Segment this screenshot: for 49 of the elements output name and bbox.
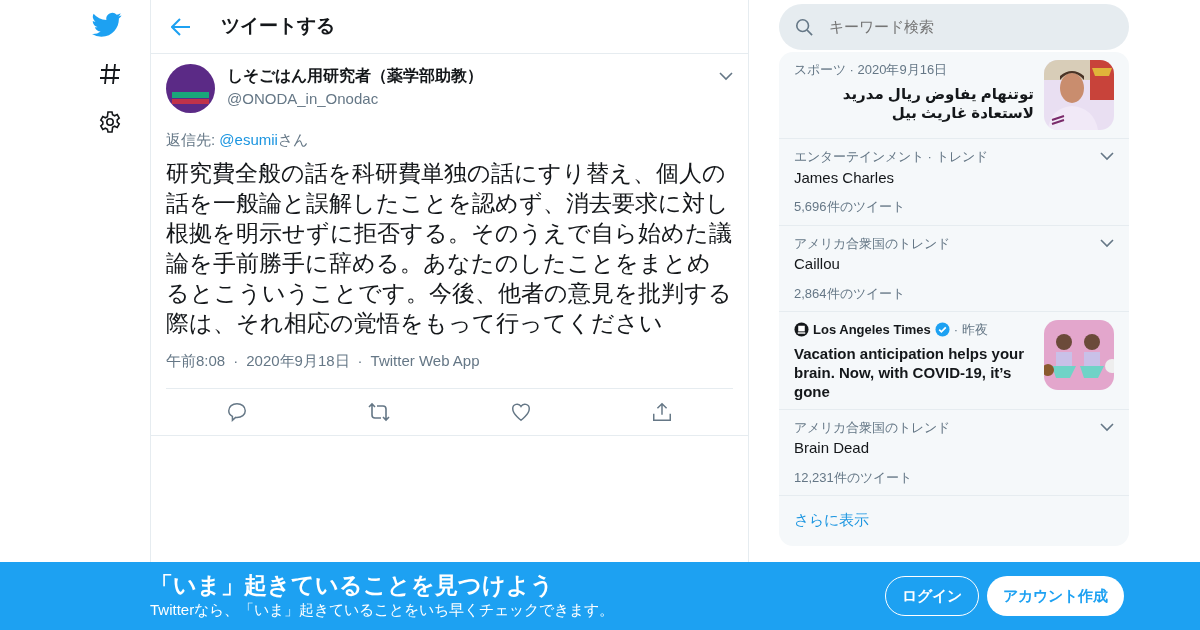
tweet-count: 5,696件のツイート (794, 198, 906, 216)
share-icon[interactable] (651, 401, 674, 423)
twitter-bird-icon[interactable] (92, 12, 122, 38)
trend-context: アメリカ合衆国のトレンド (794, 234, 950, 253)
tweet-text: 研究費全般の話を科研費単独の話にすり替え、個人の話を一般論と誤解したことを認めず、消去要求に対し根拠を明示せずに拒否する。そのうえで自ら始めた議論を手前勝手に辞める。あなたのしたことをまとめるとこういうことです。今後、他者の意見を批判する際は、それ相応の覚悟をもって行ってください (166, 158, 733, 338)
reply-suffix: さん (277, 131, 308, 148)
news-context: スポーツ · 2020年9月16日 (794, 61, 949, 79)
chevron-down-icon[interactable] (1100, 238, 1114, 248)
search-field[interactable]: キーワード検索 (827, 14, 1077, 40)
source-label: Twitter Web App (370, 350, 480, 371)
trend-name: Caillou (794, 254, 841, 274)
tweet-count: 12,231件のツイート (794, 468, 913, 487)
avatar[interactable] (166, 64, 215, 113)
heart-icon[interactable] (510, 401, 533, 423)
trend-name: James Charles (794, 167, 896, 188)
trend-item[interactable]: アメリカ合衆国のトレンド Brain Dead 12,231件のツイート (779, 409, 1129, 496)
trend-name: Brain Dead (794, 438, 871, 458)
tweet-time: 午前8:08 (166, 350, 226, 371)
trend-item[interactable]: エンターテインメント · トレンド James Charles 5,696件のツイート (779, 139, 1129, 226)
separator-dot: · (953, 321, 959, 339)
news-item[interactable]: Los Angeles Times · 昨夜 Vacation anticipation helps your brain. Now, with COVID-19, it’s gone (779, 312, 1129, 410)
search-icon (795, 18, 813, 36)
hashtag-icon[interactable] (98, 62, 122, 86)
news-source: Los Angeles Times (813, 321, 931, 339)
user-handle[interactable]: @ONODA_in_Onodac (227, 88, 711, 111)
search-field[interactable]: キーワード検索 (779, 4, 1129, 50)
banner-title: 「いま」起きていることを見つけよう (150, 570, 555, 599)
display-name[interactable]: しそごはん用研究者（薬学部助教） (227, 64, 711, 88)
source-logo-icon (794, 322, 809, 338)
tweet-date: 2020年9月18日 (246, 350, 350, 371)
settings-icon[interactable] (98, 110, 122, 134)
page-title: ツイートする (221, 14, 335, 39)
trend-item[interactable]: アメリカ合衆国のトレンド Caillou 2,864件のツイート (779, 225, 1129, 312)
trend-context: アメリカ合衆国のトレンド (794, 418, 950, 437)
news-headline: توتنهام يفاوض ريال مدريد لاستعادة غاريث بيل (841, 83, 1034, 122)
news-headline: Vacation anticipation helps your brain. Now, with COVID-19, it’s gone (794, 343, 1026, 401)
banner-subtitle: Twitterなら、「いま」起きていることをいち早くチェックできます。 (150, 599, 616, 620)
separator-dot: · (357, 350, 363, 371)
chevron-down-icon[interactable] (1100, 422, 1114, 432)
tweet-count: 2,864件のツイート (794, 284, 906, 303)
back-arrow-icon[interactable] (171, 17, 191, 36)
trend-context: エンターテインメント · トレンド (794, 148, 988, 166)
separator-dot: · (233, 350, 239, 371)
reply-icon[interactable] (225, 401, 248, 423)
chevron-down-icon[interactable] (1100, 152, 1114, 162)
news-time: 昨夜 (962, 321, 989, 339)
chevron-down-icon[interactable] (719, 72, 733, 81)
reply-label: 返信先: (166, 131, 217, 148)
retweet-icon[interactable] (366, 401, 391, 423)
